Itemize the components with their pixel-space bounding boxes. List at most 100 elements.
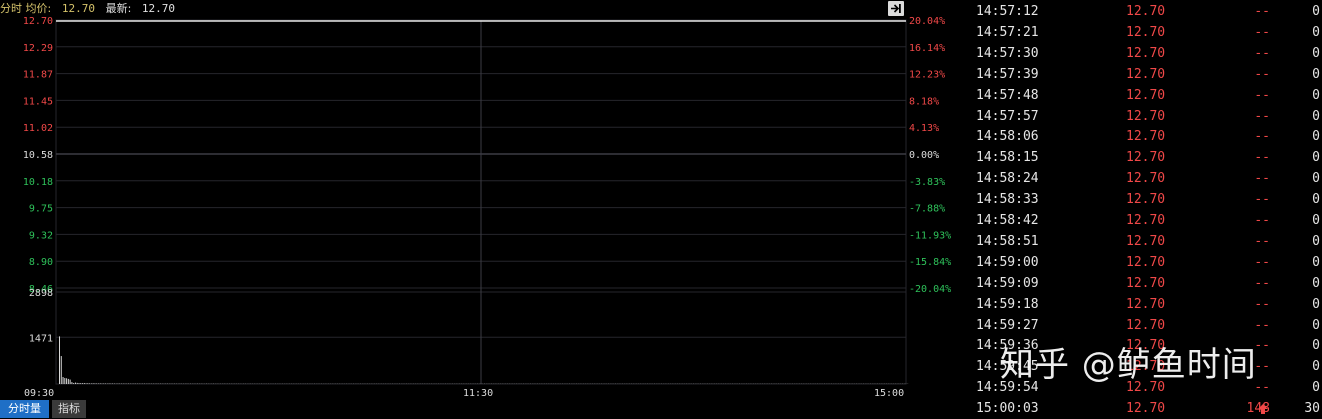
pct-tick-label: 4.13% [909, 123, 939, 134]
tick-volume: -- [1254, 1, 1270, 22]
tick-count: 0 [1312, 315, 1320, 336]
tick-row: 14:59:0912.70--0 [976, 273, 1322, 294]
time-axis-label: 11:30 [463, 388, 493, 399]
tick-price: 12.70 [1126, 273, 1165, 294]
pct-tick-label: -15.84% [909, 257, 951, 268]
volume-bar [93, 383, 94, 384]
tick-volume: -- [1254, 252, 1270, 273]
tick-count: 0 [1312, 210, 1320, 231]
tick-count: 0 [1312, 126, 1320, 147]
pct-tick-label: -7.88% [909, 204, 945, 215]
tick-row: 14:57:1212.70--0 [976, 1, 1322, 22]
volume-bar [73, 383, 74, 384]
volume-bar [66, 378, 67, 384]
tick-price: 12.70 [1126, 106, 1165, 127]
tick-time: 14:58:15 [976, 147, 1039, 168]
price-tick-label: 9.32 [29, 230, 53, 241]
price-tick-label: 11.02 [23, 123, 53, 134]
tick-time: 14:59:18 [976, 294, 1039, 315]
volume-bar [80, 383, 81, 384]
tick-price: 12.70 [1126, 43, 1165, 64]
tick-volume: -- [1254, 147, 1270, 168]
tick-row: 14:57:2112.70--0 [976, 22, 1322, 43]
tick-volume: -- [1254, 126, 1270, 147]
volume-bar [84, 383, 85, 384]
tick-row: 14:59:00 12.70 -- 0 [976, 252, 1322, 273]
intraday-chart[interactable]: 12.7020.04%12.2916.14%11.8712.23%11.458.… [0, 0, 970, 400]
time-axis-label: 15:00 [874, 388, 904, 399]
volume-bar [112, 383, 113, 384]
tick-time: 14:57:48 [976, 85, 1039, 106]
tick-count: 0 [1312, 1, 1320, 22]
arrow-to-right-icon [888, 1, 904, 16]
tick-row: 14:57:4812.70--0 [976, 85, 1322, 106]
price-tick-label: 8.90 [29, 257, 53, 268]
pct-tick-label: -20.04% [909, 284, 951, 295]
tick-count: 0 [1312, 189, 1320, 210]
volume-bar [98, 383, 99, 384]
tick-count: 0 [1312, 294, 1320, 315]
tick-price: 12.70 [1126, 294, 1165, 315]
expand-panel-button[interactable] [888, 1, 904, 16]
tick-count: 30 [1304, 398, 1320, 419]
tick-price: 12.70 [1126, 252, 1165, 273]
tick-price: 12.70 [1126, 147, 1165, 168]
tick-time: 14:57:39 [976, 64, 1039, 85]
pct-tick-label: 16.14% [909, 43, 945, 54]
tick-price: 12.70 [1126, 231, 1165, 252]
tick-time: 14:59:00 [976, 252, 1039, 273]
latest-label: 最新: [106, 2, 132, 15]
tick-row: 14:59:2712.70--0 [976, 315, 1322, 336]
tick-count: 0 [1312, 252, 1320, 273]
volume-tick-label: 1471 [29, 333, 53, 344]
tick-time: 14:57:57 [976, 106, 1039, 127]
tick-row: 14:58:1512.70--0 [976, 147, 1322, 168]
tick-row: 14:58:4212.70--0 [976, 210, 1322, 231]
tick-price: 12.70 [1126, 315, 1165, 336]
price-tick-label: 11.87 [23, 70, 53, 81]
tick-count: 0 [1312, 43, 1320, 64]
tick-price: 12.70 [1126, 398, 1165, 419]
up-arrow-icon [1258, 404, 1268, 414]
tick-price: 12.70 [1126, 126, 1165, 147]
tick-volume: -- [1254, 106, 1270, 127]
tick-volume: -- [1254, 64, 1270, 85]
tick-row: 14:58:06 12.70 -- 0 [976, 126, 1322, 147]
tick-volume: -- [1254, 210, 1270, 231]
tick-count: 0 [1312, 377, 1320, 398]
tick-time: 14:58:51 [976, 231, 1039, 252]
pct-tick-label: 0.00% [909, 150, 939, 161]
price-tick-label: 10.18 [23, 177, 53, 188]
volume-bar [61, 356, 62, 384]
tab-indicator[interactable]: 指标 [52, 400, 86, 418]
volume-bar [87, 383, 88, 384]
volume-bar [70, 380, 71, 384]
tick-time: 14:58:24 [976, 168, 1039, 189]
tick-price: 12.70 [1126, 22, 1165, 43]
tick-row: 14:57:5712.70--0 [976, 106, 1322, 127]
tick-time: 14:58:33 [976, 189, 1039, 210]
chart-header: 分时 均价: 12.70 最新: 12.70 [0, 0, 906, 18]
price-tick-label: 10.58 [23, 150, 53, 161]
tick-row: 14:57:3912.70--0 [976, 64, 1322, 85]
intraday-avg-label: 分时 均价: [0, 2, 51, 15]
pct-tick-label: 12.23% [909, 70, 945, 81]
tab-intraday-volume[interactable]: 分时量 [0, 400, 49, 418]
tick-price: 12.70 [1126, 210, 1165, 231]
tick-volume: -- [1254, 273, 1270, 294]
tick-count: 0 [1312, 168, 1320, 189]
time-axis-label: 09:30 [24, 388, 54, 399]
price-tick-label: 11.45 [23, 96, 53, 107]
tick-price: 12.70 [1126, 189, 1165, 210]
volume-bar [68, 379, 69, 384]
tick-row: 14:58:2412.70--0 [976, 168, 1322, 189]
tick-time: 14:58:06 [976, 126, 1039, 147]
tick-time: 14:57:21 [976, 22, 1039, 43]
volume-bar [82, 383, 83, 384]
tick-price: 12.70 [1126, 1, 1165, 22]
volume-bar [96, 383, 97, 384]
tick-time: 14:59:09 [976, 273, 1039, 294]
tick-price: 12.70 [1126, 64, 1165, 85]
tick-price: 12.70 [1126, 85, 1165, 106]
volume-bar [91, 383, 92, 384]
